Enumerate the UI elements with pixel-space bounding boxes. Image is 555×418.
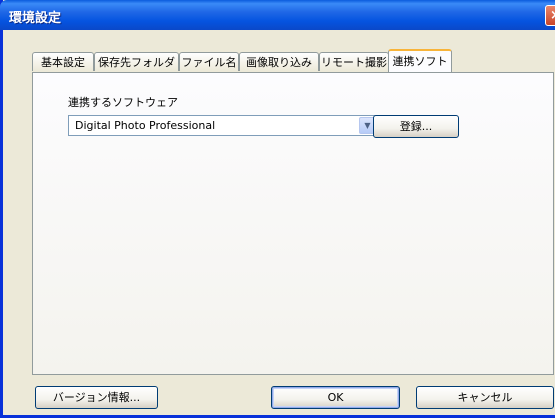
linked-software-panel: 連携するソフトウェア Digital Photo Professional ▼ …	[32, 72, 554, 375]
version-info-button[interactable]: バージョン情報...	[35, 386, 158, 409]
title-bar[interactable]: 環境設定 ×	[0, 0, 555, 30]
tab-save-folder[interactable]: 保存先フォルダ	[94, 52, 179, 71]
tab-file-name[interactable]: ファイル名	[179, 52, 239, 71]
ok-button[interactable]: OK	[271, 386, 400, 409]
linked-software-value: Digital Photo Professional	[75, 119, 216, 132]
close-button[interactable]: ×	[545, 5, 555, 26]
window-title: 環境設定	[9, 11, 62, 26]
tab-remote-shooting[interactable]: リモート撮影	[319, 52, 389, 71]
tab-basic-settings[interactable]: 基本設定	[32, 52, 94, 71]
cancel-button[interactable]: キャンセル	[416, 386, 554, 409]
tab-linked-software[interactable]: 連携ソフト	[388, 49, 452, 72]
linked-software-label: 連携するソフトウェア	[68, 96, 178, 109]
preferences-window: 環境設定 × 基本設定 保存先フォルダ ファイル名 画像取り込み リモート撮影 …	[0, 0, 555, 418]
close-icon: ×	[550, 8, 555, 23]
register-button[interactable]: 登録...	[373, 115, 459, 138]
tab-image-import[interactable]: 画像取り込み	[239, 52, 319, 71]
linked-software-select[interactable]: Digital Photo Professional ▼	[68, 115, 378, 136]
